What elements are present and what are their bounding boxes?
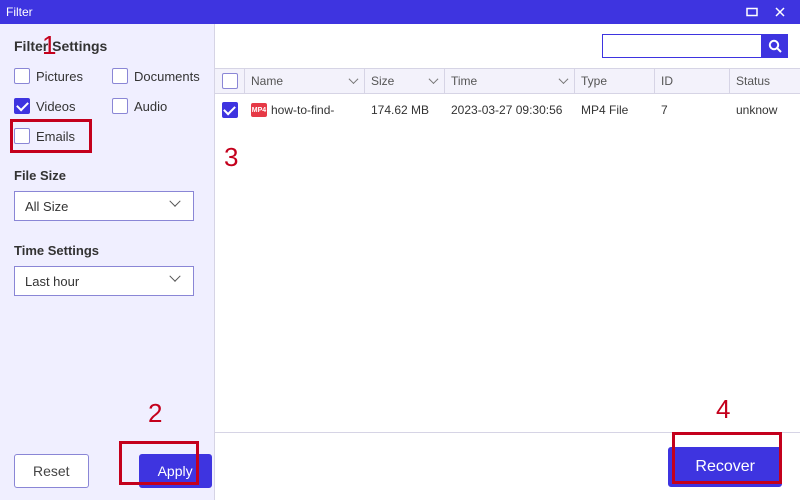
checkbox-videos[interactable] — [14, 98, 30, 114]
filter-videos-label: Videos — [36, 99, 76, 114]
col-id[interactable]: ID — [655, 69, 730, 93]
row-checkbox[interactable] — [222, 102, 238, 118]
row-status: unknow — [736, 103, 777, 117]
apply-button[interactable]: Apply — [139, 454, 212, 488]
search-input[interactable] — [602, 34, 762, 58]
filter-audio[interactable]: Audio — [112, 98, 202, 114]
row-id: 7 — [661, 103, 668, 117]
col-name[interactable]: Name — [245, 69, 365, 93]
filter-settings-title: Filter Settings — [14, 38, 202, 54]
window-title: Filter — [6, 5, 738, 19]
table-row[interactable]: MP4 how-to-find- 174.62 MB 2023-03-27 09… — [215, 94, 800, 126]
recover-button[interactable]: Recover — [668, 447, 782, 487]
sort-icon — [350, 77, 358, 85]
col-status[interactable]: Status — [730, 69, 800, 93]
table-body: MP4 how-to-find- 174.62 MB 2023-03-27 09… — [215, 94, 800, 432]
results-pane: Name Size Time Type ID Status MP4 how-to… — [215, 24, 800, 500]
filter-pictures[interactable]: Pictures — [14, 68, 104, 84]
col-time[interactable]: Time — [445, 69, 575, 93]
col-size[interactable]: Size — [365, 69, 445, 93]
search-icon — [768, 39, 782, 53]
filesize-value: All Size — [25, 199, 68, 214]
checkbox-audio[interactable] — [112, 98, 128, 114]
row-time: 2023-03-27 09:30:56 — [451, 103, 562, 117]
time-settings-dropdown[interactable]: Last hour — [14, 266, 194, 296]
search-button[interactable] — [762, 34, 788, 58]
table-header: Name Size Time Type ID Status — [215, 68, 800, 94]
row-size: 174.62 MB — [371, 103, 429, 117]
checkbox-documents[interactable] — [112, 68, 128, 84]
filesize-label: File Size — [14, 168, 202, 183]
filter-videos[interactable]: Videos — [14, 98, 104, 114]
chevron-down-icon — [171, 275, 183, 287]
chevron-down-icon — [171, 200, 183, 212]
filter-pictures-label: Pictures — [36, 69, 83, 84]
filter-sidebar: Filter Settings Pictures Documents Video… — [0, 24, 215, 500]
row-name: how-to-find- — [271, 103, 334, 117]
filter-audio-label: Audio — [134, 99, 167, 114]
minimize-icon[interactable] — [738, 2, 766, 22]
title-bar: Filter — [0, 0, 800, 24]
checkbox-emails[interactable] — [14, 128, 30, 144]
col-type[interactable]: Type — [575, 69, 655, 93]
row-type: MP4 File — [581, 103, 628, 117]
sort-icon — [430, 77, 438, 85]
close-icon[interactable] — [766, 2, 794, 22]
select-all-checkbox[interactable] — [222, 73, 238, 89]
sort-icon — [560, 77, 568, 85]
reset-button[interactable]: Reset — [14, 454, 89, 488]
time-settings-label: Time Settings — [14, 243, 202, 258]
checkbox-pictures[interactable] — [14, 68, 30, 84]
filter-emails[interactable]: Emails — [14, 128, 104, 144]
filter-documents[interactable]: Documents — [112, 68, 202, 84]
file-mp4-icon: MP4 — [251, 103, 267, 117]
filter-emails-label: Emails — [36, 129, 75, 144]
filesize-dropdown[interactable]: All Size — [14, 191, 194, 221]
filter-documents-label: Documents — [134, 69, 200, 84]
time-settings-value: Last hour — [25, 274, 79, 289]
